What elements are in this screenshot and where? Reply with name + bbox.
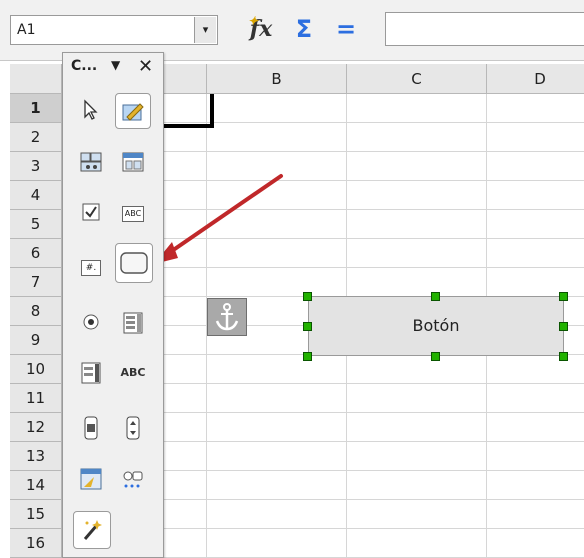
formatted-field-tool[interactable]: #.	[73, 249, 109, 285]
select-tool[interactable]	[73, 93, 109, 129]
anchor-icon	[215, 303, 239, 331]
label-field-icon: ABC	[120, 366, 146, 379]
toolbar-menu-icon[interactable]: ▼	[111, 58, 120, 72]
option-button-tool[interactable]	[73, 305, 109, 341]
resize-handle-right[interactable]	[559, 322, 568, 331]
arrow-shaft	[164, 174, 283, 257]
check-box-icon	[82, 203, 100, 221]
resize-handle-top-right[interactable]	[559, 292, 568, 301]
list-box-tool[interactable]	[115, 305, 151, 341]
combo-box-icon	[81, 362, 101, 384]
toolbar-title: C...	[71, 58, 98, 74]
more-controls-tool[interactable]	[115, 461, 151, 497]
scrollbar-icon	[84, 416, 98, 440]
check-box-tool[interactable]	[73, 195, 109, 231]
form-navigator-icon	[80, 468, 102, 490]
anchor-marker[interactable]	[207, 298, 247, 336]
list-box-icon	[123, 312, 143, 334]
form-properties-icon	[122, 152, 144, 172]
label-field-tool[interactable]: ABC	[115, 355, 151, 391]
form-navigator-tool[interactable]	[73, 461, 109, 497]
text-box-icon: ABC	[121, 206, 145, 222]
form-controls-toolbar[interactable]: C... ▼ ✕ ABC #. ABC	[62, 52, 164, 558]
wizards-tool[interactable]	[73, 511, 111, 549]
resize-handle-top-left[interactable]	[303, 292, 312, 301]
push-button-icon	[120, 252, 148, 274]
spin-button-tool[interactable]	[115, 409, 151, 445]
scrollbar-tool[interactable]	[73, 409, 109, 445]
select-arrow-icon	[84, 99, 98, 120]
toolbar-title-bar[interactable]: C... ▼ ✕	[63, 53, 163, 83]
close-icon[interactable]: ✕	[138, 56, 153, 77]
text-box-tool[interactable]: ABC	[115, 195, 151, 231]
more-controls-icon	[123, 471, 143, 488]
push-button-tool[interactable]	[115, 243, 153, 283]
resize-handle-top[interactable]	[431, 292, 440, 301]
resize-handle-left[interactable]	[303, 322, 312, 331]
form-design-icon	[80, 152, 102, 172]
form-properties-tool[interactable]	[115, 145, 151, 181]
option-button-icon	[83, 314, 99, 330]
form-design-tool[interactable]	[73, 145, 109, 181]
design-mode-icon	[122, 103, 144, 121]
wizard-icon	[83, 520, 102, 540]
resize-handle-bottom-left[interactable]	[303, 352, 312, 361]
resize-handle-bottom[interactable]	[431, 352, 440, 361]
design-mode-tool[interactable]	[115, 93, 151, 129]
combo-box-tool[interactable]	[73, 355, 109, 391]
spin-button-icon	[126, 416, 140, 440]
form-push-button[interactable]: Botón	[308, 296, 564, 356]
resize-handle-bottom-right[interactable]	[559, 352, 568, 361]
formatted-field-icon: #.	[80, 260, 102, 276]
